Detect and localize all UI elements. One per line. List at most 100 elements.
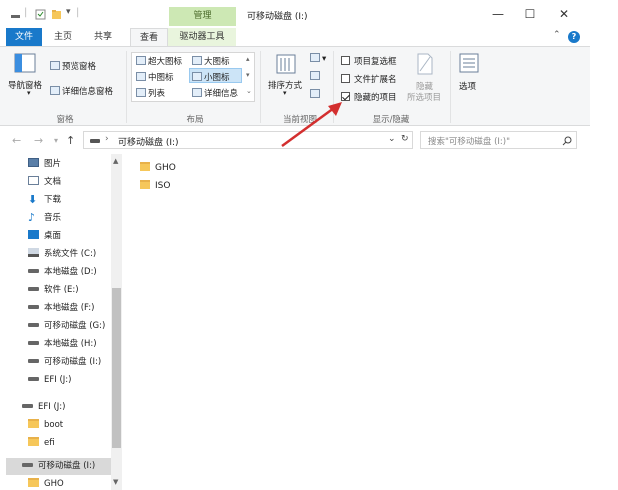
tab-file[interactable]: 文件 [6, 28, 42, 46]
breadcrumb-chevron-icon[interactable]: › [105, 134, 109, 144]
file-extensions-checkbox[interactable] [341, 74, 350, 83]
minimize-button[interactable]: — [483, 5, 513, 23]
manage-context-label[interactable]: 管理 [169, 7, 236, 26]
hide-selected-icon[interactable] [416, 53, 434, 75]
tab-drive-tools[interactable]: 驱动器工具 [168, 28, 236, 46]
ribbon-collapse-icon[interactable]: ⌃ [553, 30, 561, 40]
item-checkboxes-checkbox[interactable] [341, 56, 350, 65]
window-menu-icon[interactable] [10, 9, 21, 20]
nav-item-drive-g[interactable]: 可移动磁盘 (G:) [28, 318, 105, 334]
sort-by-icon[interactable] [275, 53, 297, 75]
qat-dropdown-icon[interactable]: ▾ [66, 7, 71, 17]
forward-arrow-icon[interactable]: → [34, 134, 43, 147]
nav-item-desktop[interactable]: 桌面 [28, 228, 61, 244]
layout-expand-icon[interactable]: ⌄ [246, 87, 252, 95]
drive-icon [90, 139, 100, 143]
size-columns-button[interactable] [310, 89, 322, 100]
options-button[interactable]: 选项 [459, 80, 476, 92]
new-folder-icon[interactable] [51, 9, 62, 20]
nav-item-drive-d[interactable]: 本地磁盘 (D:) [28, 264, 97, 280]
nav-item-boot[interactable]: boot [28, 417, 63, 433]
help-icon[interactable]: ? [568, 31, 580, 43]
nav-item-pictures[interactable]: 图片 [28, 156, 61, 172]
address-dropdown-icon[interactable]: ⌄ [388, 134, 396, 144]
scroll-up-icon[interactable]: ▲ [113, 157, 118, 165]
nav-item-drive-e[interactable]: 软件 (E:) [28, 282, 79, 298]
address-field[interactable]: › 可移动磁盘 (I:) ⌄ ↻ [83, 131, 413, 149]
options-icon[interactable] [459, 53, 479, 73]
add-columns-button[interactable] [310, 71, 322, 82]
nav-item-music[interactable]: ♪ 音乐 [28, 210, 61, 226]
tab-home[interactable]: 主页 [45, 28, 81, 46]
medium-label: 中图标 [148, 73, 174, 83]
nav-scroll-thumb[interactable] [112, 288, 121, 448]
layout-small[interactable]: 小图标 [192, 71, 230, 83]
folder-icon [28, 478, 39, 487]
list-item[interactable]: ISO [140, 178, 170, 194]
close-button[interactable]: ✕ [549, 5, 579, 23]
ribbon-tabs: 文件 主页 共享 查看 驱动器工具 ⌃ ? [0, 28, 590, 47]
nav-pane-icon[interactable] [14, 53, 36, 73]
extra-large-icons-icon [136, 56, 146, 65]
scroll-down-icon[interactable]: ▼ [113, 478, 118, 486]
nav-item-label: boot [44, 420, 64, 430]
nav-item-label: 可移动磁盘 (I:) [44, 357, 102, 367]
qat-separator: | [24, 7, 28, 18]
list-item[interactable]: GHO [140, 160, 176, 176]
nav-item-label: efi [44, 438, 55, 448]
download-arrow-icon: ⬇ [28, 193, 38, 206]
tab-view[interactable]: 查看 [130, 28, 168, 47]
layout-list[interactable]: 列表 [136, 87, 165, 99]
nav-root-efi[interactable]: EFI (J:) [22, 399, 65, 415]
nav-item-efi-folder[interactable]: efi [28, 435, 55, 451]
nav-item-drive-f[interactable]: 本地磁盘 (F:) [28, 300, 94, 316]
file-extensions-label: 文件扩展名 [354, 75, 397, 85]
medium-icons-icon [136, 72, 146, 81]
nav-pane-button[interactable]: 导航窗格 [8, 79, 42, 91]
details-pane-icon [50, 86, 60, 95]
removable-drive-icon [28, 359, 39, 363]
small-label: 小图标 [204, 73, 230, 83]
layout-details[interactable]: 详细信息 [192, 87, 238, 99]
desktop-icon [28, 230, 39, 239]
refresh-icon[interactable]: ↻ [401, 134, 409, 144]
nav-root-removable-i[interactable]: 可移动磁盘 (I:) [22, 458, 95, 474]
back-arrow-icon[interactable]: ← [12, 134, 21, 147]
search-icon[interactable] [562, 136, 572, 146]
nav-item-downloads[interactable]: ⬇ 下载 [28, 192, 61, 208]
tab-share[interactable]: 共享 [85, 28, 121, 46]
nav-item-documents[interactable]: 文档 [28, 174, 61, 190]
nav-item-drive-i[interactable]: 可移动磁盘 (I:) [28, 354, 101, 370]
recent-locations-icon[interactable]: ▾ [54, 136, 58, 145]
large-label: 大图标 [204, 57, 230, 67]
search-input[interactable]: 搜索"可移动磁盘 (I:)" [420, 131, 577, 149]
layout-scroll-up-icon[interactable]: ▴ [246, 55, 250, 63]
nav-item-drive-j[interactable]: EFI (J:) [28, 372, 71, 388]
file-extensions-option[interactable]: 文件扩展名 [341, 73, 397, 85]
drive-icon [28, 305, 39, 309]
show-hide-group-label: 显示/隐藏 [372, 115, 410, 125]
nav-item-label: EFI (J:) [38, 402, 66, 412]
preview-pane-button[interactable]: 预览窗格 [50, 60, 96, 72]
group-by-button[interactable]: ▾ [310, 53, 326, 64]
layout-group-label: 布局 [186, 115, 204, 125]
nav-item-drive-h[interactable]: 本地磁盘 (H:) [28, 336, 97, 352]
nav-item-drive-c[interactable]: 系统文件 (C:) [28, 246, 96, 262]
layout-medium[interactable]: 中图标 [136, 71, 174, 83]
details-pane-button[interactable]: 详细信息窗格 [50, 85, 113, 97]
address-path: 可移动磁盘 (I:) [118, 138, 179, 148]
layout-scroll-down-icon[interactable]: ▾ [246, 71, 250, 79]
properties-icon[interactable] [35, 9, 46, 20]
drive-icon [28, 341, 39, 345]
add-columns-icon [310, 71, 320, 80]
hidden-items-option[interactable]: 隐藏的项目 [341, 91, 397, 103]
item-checkboxes-option[interactable]: 项目复选框 [341, 55, 397, 67]
nav-pane-dropdown-icon[interactable]: ▾ [27, 89, 31, 97]
maximize-button[interactable]: ☐ [515, 5, 545, 23]
layout-large[interactable]: 大图标 [192, 55, 230, 67]
layout-extra-large[interactable]: 超大图标 [136, 55, 182, 67]
documents-icon [28, 176, 39, 185]
nav-item-gho[interactable]: GHO [28, 476, 64, 490]
up-arrow-icon[interactable]: ↑ [66, 134, 75, 147]
sort-by-dropdown-icon[interactable]: ▾ [283, 89, 287, 97]
